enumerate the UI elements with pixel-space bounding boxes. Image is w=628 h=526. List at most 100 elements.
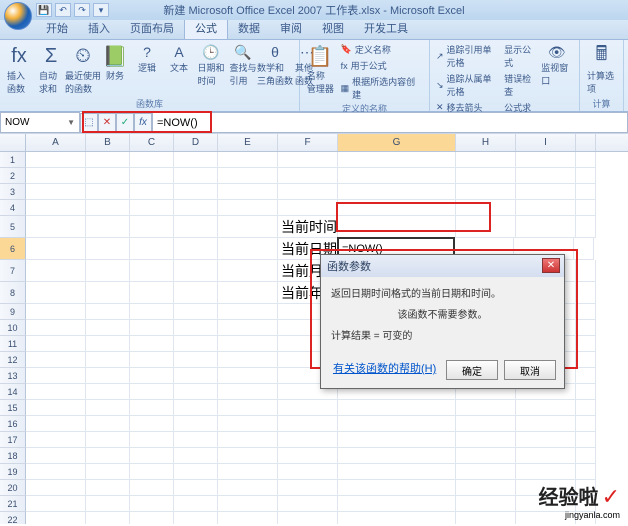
cell[interactable] xyxy=(86,496,130,512)
cell[interactable] xyxy=(218,400,278,416)
cell[interactable] xyxy=(86,282,130,304)
cell[interactable] xyxy=(218,512,278,524)
row-header[interactable]: 22 xyxy=(0,512,26,524)
cell[interactable] xyxy=(130,184,174,200)
cell[interactable] xyxy=(516,448,576,464)
row-header[interactable]: 5 xyxy=(0,216,26,238)
financial-button[interactable]: 📗财务 xyxy=(100,42,130,84)
cell[interactable] xyxy=(576,282,596,304)
cell[interactable] xyxy=(26,368,86,384)
cell[interactable] xyxy=(130,216,174,238)
cell[interactable] xyxy=(130,400,174,416)
worksheet-grid[interactable]: A B C D E F G H I 12345当前时间6当前日期=NOW()7当… xyxy=(0,134,628,524)
col-header[interactable] xyxy=(576,134,596,151)
cell[interactable] xyxy=(130,480,174,496)
close-button[interactable]: ✕ xyxy=(542,258,560,273)
calc-options-button[interactable]: 🖩计算选项 xyxy=(584,42,619,97)
cell[interactable] xyxy=(278,464,338,480)
cell[interactable] xyxy=(26,352,86,368)
cell[interactable] xyxy=(26,496,86,512)
cell[interactable] xyxy=(278,416,338,432)
cell[interactable] xyxy=(218,496,278,512)
use-in-formula-button[interactable]: fx用于公式 xyxy=(339,58,425,73)
range-selector-button[interactable]: ⬚ xyxy=(80,113,98,133)
cell[interactable] xyxy=(576,184,596,200)
show-formulas-button[interactable]: 显示公式 xyxy=(502,42,536,70)
name-box[interactable]: NOW ▼ xyxy=(0,112,80,133)
col-header[interactable]: G xyxy=(338,134,456,151)
cell[interactable] xyxy=(218,416,278,432)
cell[interactable] xyxy=(278,512,338,524)
cell[interactable] xyxy=(218,184,278,200)
datetime-button[interactable]: 🕒日期和 时间 xyxy=(196,42,226,89)
row-header[interactable]: 20 xyxy=(0,480,26,496)
cell[interactable] xyxy=(218,200,278,216)
cell[interactable] xyxy=(338,448,456,464)
col-header[interactable]: H xyxy=(456,134,516,151)
row-header[interactable]: 19 xyxy=(0,464,26,480)
cell[interactable] xyxy=(130,152,174,168)
cell[interactable] xyxy=(26,152,86,168)
insert-function-button[interactable]: fx插入函数 xyxy=(4,42,34,97)
col-header[interactable]: B xyxy=(86,134,130,151)
cell[interactable] xyxy=(26,400,86,416)
cell[interactable] xyxy=(174,400,218,416)
cell[interactable] xyxy=(456,168,516,184)
cell[interactable] xyxy=(516,168,576,184)
cell[interactable] xyxy=(130,320,174,336)
cell[interactable] xyxy=(174,320,218,336)
cell[interactable] xyxy=(456,184,516,200)
row-header[interactable]: 4 xyxy=(0,200,26,216)
cell[interactable] xyxy=(576,336,596,352)
cell[interactable] xyxy=(218,336,278,352)
cell[interactable] xyxy=(26,184,86,200)
cell[interactable] xyxy=(130,336,174,352)
cell[interactable] xyxy=(576,168,596,184)
cell[interactable] xyxy=(338,432,456,448)
cell[interactable] xyxy=(130,432,174,448)
cell[interactable] xyxy=(130,464,174,480)
cell[interactable] xyxy=(86,320,130,336)
cell[interactable] xyxy=(174,480,218,496)
cell[interactable] xyxy=(26,416,86,432)
cell[interactable] xyxy=(516,400,576,416)
cell[interactable] xyxy=(456,448,516,464)
help-link[interactable]: 有关该函数的帮助(H) xyxy=(333,360,436,380)
define-name-button[interactable]: 🔖定义名称 xyxy=(339,42,425,57)
cell[interactable] xyxy=(456,512,516,524)
fx-button[interactable]: fx xyxy=(134,113,152,133)
cell[interactable] xyxy=(26,238,86,260)
cell[interactable] xyxy=(174,152,218,168)
cancel-formula-button[interactable]: ✕ xyxy=(98,113,116,133)
cell[interactable] xyxy=(338,152,456,168)
cell[interactable] xyxy=(218,304,278,320)
cell[interactable] xyxy=(130,168,174,184)
qat-redo[interactable]: ↷ xyxy=(74,3,90,17)
cell[interactable] xyxy=(174,448,218,464)
cell[interactable] xyxy=(576,260,596,282)
cell[interactable] xyxy=(86,152,130,168)
cell[interactable] xyxy=(576,304,596,320)
cell[interactable] xyxy=(130,496,174,512)
cell[interactable] xyxy=(174,416,218,432)
name-manager-button[interactable]: 📋名称 管理器 xyxy=(304,42,337,97)
cell[interactable] xyxy=(576,320,596,336)
cell[interactable] xyxy=(86,168,130,184)
cell[interactable] xyxy=(26,448,86,464)
cell[interactable] xyxy=(576,400,596,416)
tab-pagelayout[interactable]: 页面布局 xyxy=(120,17,184,39)
cell[interactable] xyxy=(218,238,278,260)
formula-input[interactable]: =NOW() xyxy=(152,112,628,133)
cell[interactable] xyxy=(174,216,218,238)
cell[interactable] xyxy=(576,464,596,480)
cell[interactable] xyxy=(576,352,596,368)
cell[interactable] xyxy=(174,336,218,352)
cell[interactable] xyxy=(130,352,174,368)
recent-functions-button[interactable]: ⏲最近使用 的函数 xyxy=(68,42,98,97)
cell[interactable] xyxy=(26,320,86,336)
office-button[interactable] xyxy=(4,2,32,30)
cell[interactable] xyxy=(86,336,130,352)
cell[interactable] xyxy=(516,216,576,238)
cell[interactable] xyxy=(576,152,596,168)
cell[interactable] xyxy=(576,432,596,448)
